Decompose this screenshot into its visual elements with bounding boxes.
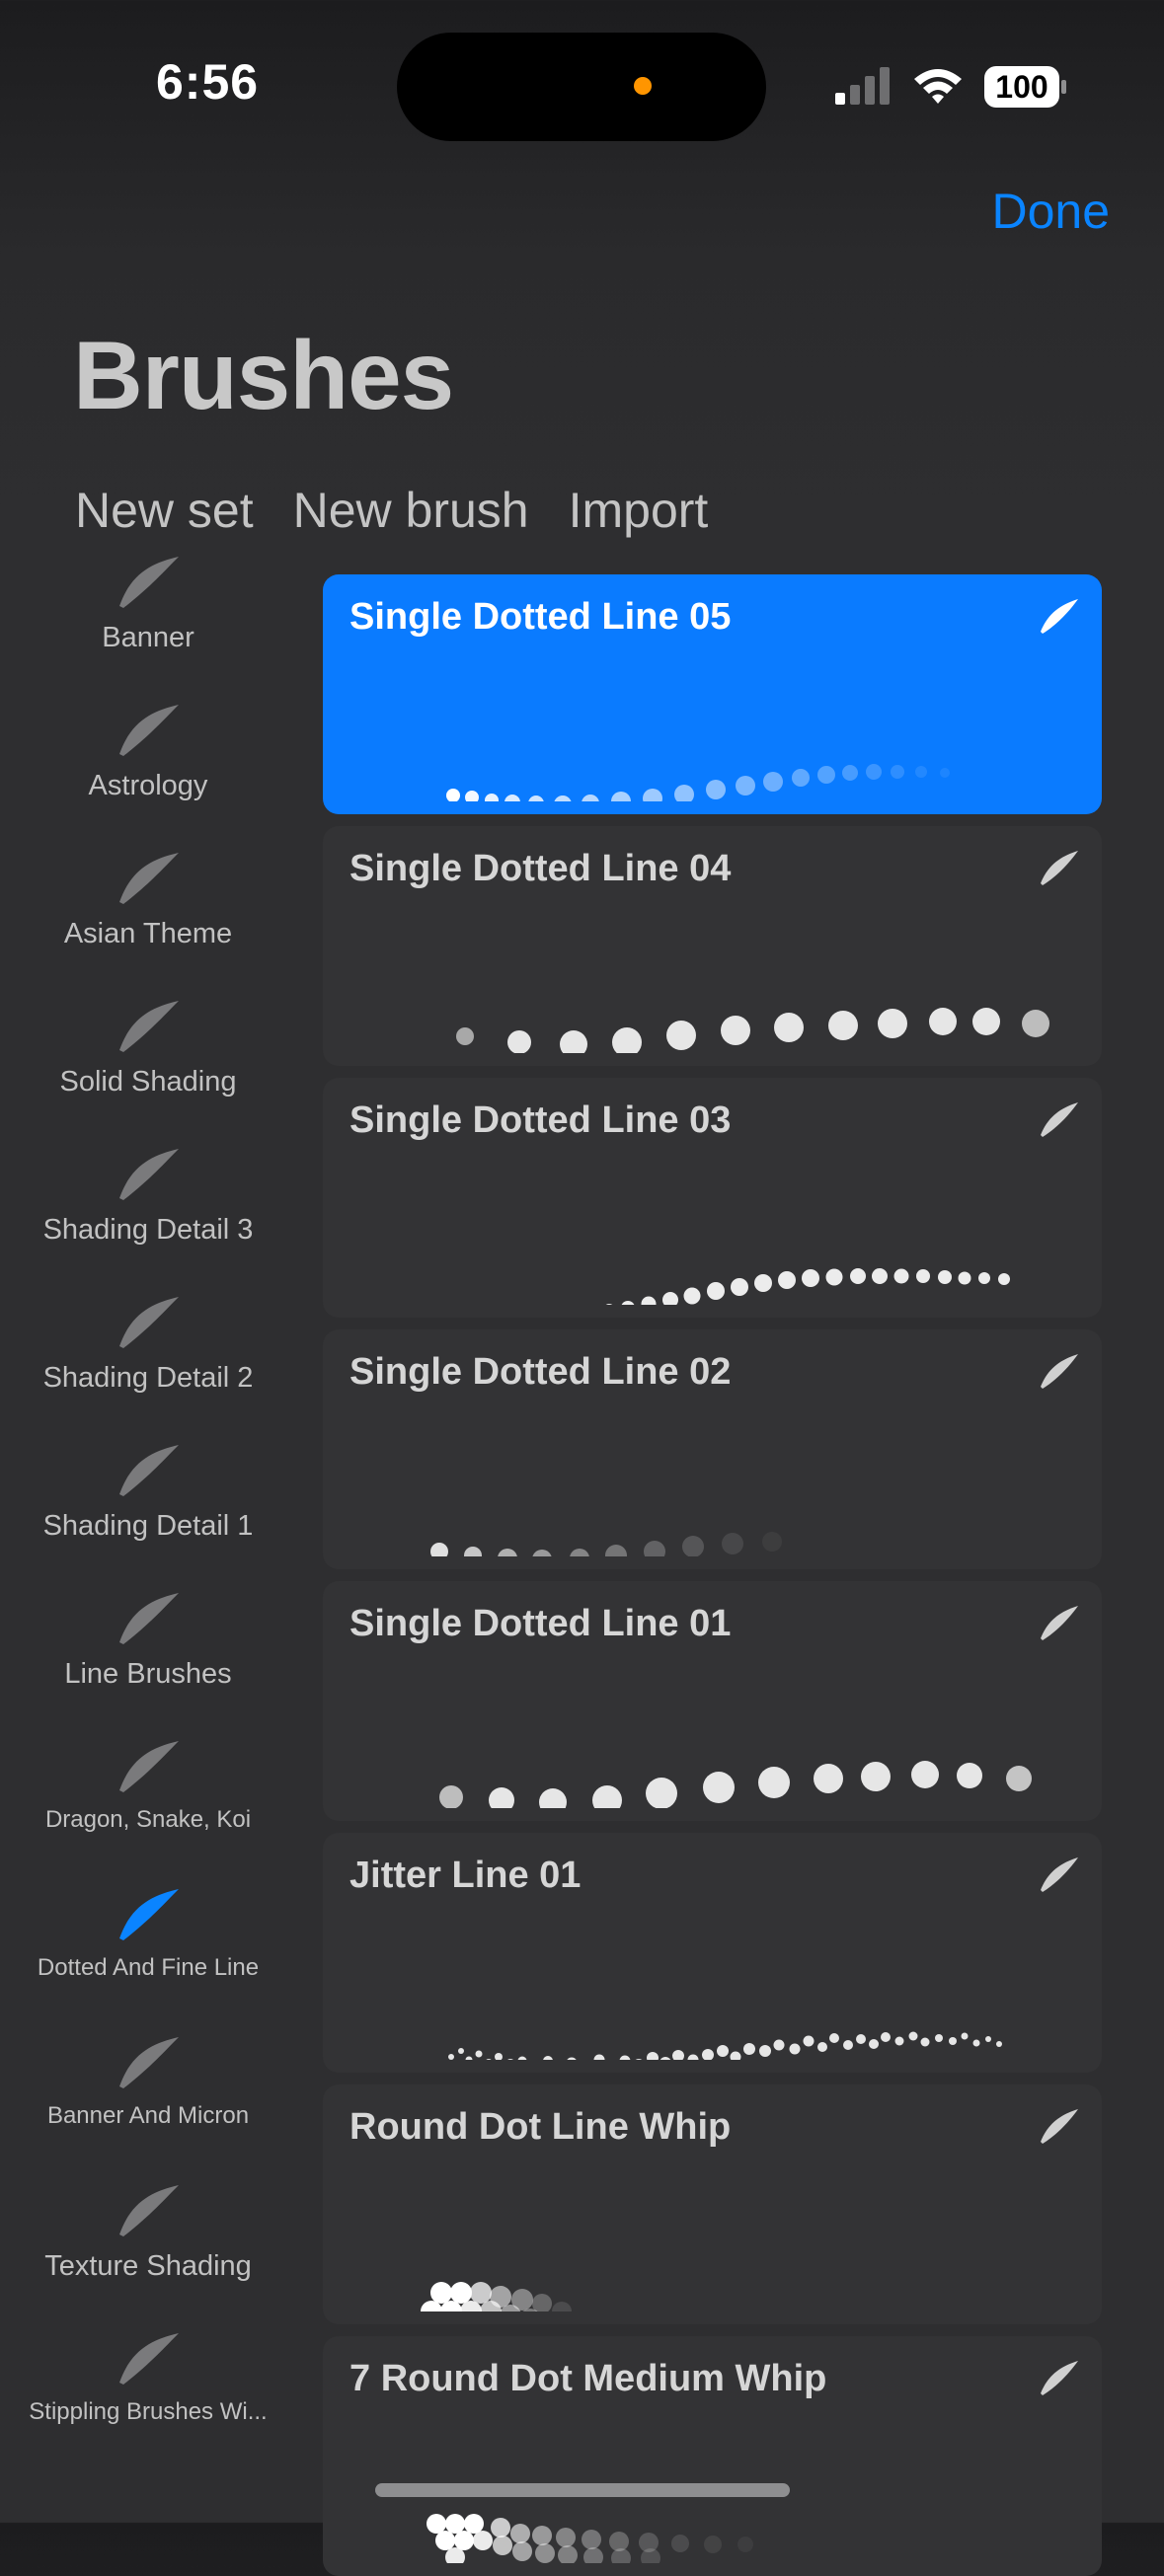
- brush-stroke-icon: [119, 1149, 179, 1200]
- brush-stroke-icon: [1041, 2361, 1078, 2395]
- brush-stroke-icon: [1041, 599, 1078, 634]
- brush-card-single-dotted-line-05[interactable]: Single Dotted Line 05: [323, 574, 1102, 814]
- battery-indicator: 100: [983, 65, 1068, 109]
- brush-name: Single Dotted Line 03: [349, 1099, 732, 1141]
- brush-stroke-icon: [119, 1445, 179, 1496]
- new-set-button[interactable]: New set: [75, 482, 254, 539]
- set-item-dragon-snake-koi[interactable]: Dragon, Snake, Koi: [0, 1737, 296, 1834]
- brush-stroke-icon: [119, 1593, 179, 1644]
- set-item-asian-theme[interactable]: Asian Theme: [0, 849, 296, 950]
- brush-card-single-dotted-line-01[interactable]: Single Dotted Line 01: [323, 1581, 1102, 1821]
- brush-card-round-dot-line-whip[interactable]: Round Dot Line Whip: [323, 2084, 1102, 2324]
- brush-stroke-icon: [1041, 1354, 1078, 1389]
- set-item-texture-shading[interactable]: Texture Shading: [0, 2181, 296, 2283]
- brush-stroke-preview: [430, 1532, 782, 1556]
- set-item-dotted-and-fine-line[interactable]: Dotted And Fine Line: [0, 1885, 296, 1982]
- status-time: 6:56: [156, 54, 260, 110]
- set-label: Solid Shading: [59, 1066, 237, 1098]
- set-label: Line Brushes: [64, 1658, 232, 1690]
- set-label: Dragon, Snake, Koi: [44, 1806, 252, 1833]
- brush-name: Jitter Line 01: [349, 1855, 582, 1896]
- brush-stroke-icon: [119, 1297, 179, 1348]
- brush-card-single-dotted-line-04[interactable]: Single Dotted Line 04: [323, 826, 1102, 1066]
- set-item-banner[interactable]: Banner: [0, 553, 296, 654]
- brush-card-single-dotted-line-02[interactable]: Single Dotted Line 02: [323, 1329, 1102, 1569]
- brush-card-single-dotted-line-03[interactable]: Single Dotted Line 03: [323, 1078, 1102, 1318]
- privacy-indicator-dot: [634, 77, 652, 95]
- set-label: Banner And Micron: [46, 2102, 250, 2129]
- set-label: Banner: [102, 622, 194, 653]
- brush-name: Single Dotted Line 01: [349, 1603, 732, 1644]
- brush-stroke-icon: [119, 2333, 179, 2385]
- brush-name: Round Dot Line Whip: [349, 2106, 732, 2148]
- page-title: Brushes: [73, 321, 454, 429]
- brush-stroke-icon-selected: [119, 1889, 179, 1940]
- brush-name: Single Dotted Line 04: [349, 848, 732, 889]
- brush-name: Single Dotted Line 02: [349, 1351, 732, 1393]
- wifi-icon: [914, 69, 962, 104]
- home-indicator[interactable]: [375, 2483, 790, 2497]
- set-label: Texture Shading: [44, 2250, 252, 2282]
- set-item-shading-detail-3[interactable]: Shading Detail 3: [0, 1145, 296, 1247]
- set-item-shading-detail-2[interactable]: Shading Detail 2: [0, 1293, 296, 1395]
- set-label: Astrology: [88, 770, 208, 801]
- brush-card-jitter-line-01[interactable]: Jitter Line 01: [323, 1833, 1102, 2073]
- brush-stroke-preview: [446, 764, 950, 801]
- brush-stroke-icon: [1041, 1606, 1078, 1640]
- done-button[interactable]: Done: [991, 183, 1110, 240]
- brush-stroke-icon: [119, 2185, 179, 2236]
- dynamic-island: [397, 33, 766, 141]
- set-label: Asian Theme: [63, 918, 233, 949]
- set-item-solid-shading[interactable]: Solid Shading: [0, 997, 296, 1099]
- brush-card-7-round-dot-medium-whip[interactable]: 7 Round Dot Medium Whip: [323, 2336, 1102, 2576]
- brush-stroke-icon: [1041, 1102, 1078, 1137]
- set-label: Shading Detail 1: [42, 1510, 254, 1542]
- new-brush-button[interactable]: New brush: [293, 482, 529, 539]
- set-label: Shading Detail 2: [42, 1362, 254, 1394]
- brush-name: 7 Round Dot Medium Whip: [349, 2358, 827, 2399]
- set-item-shading-detail-1[interactable]: Shading Detail 1: [0, 1441, 296, 1543]
- brush-stroke-icon: [119, 1001, 179, 1052]
- brush-stroke-icon: [1041, 1857, 1078, 1892]
- battery-level: 100: [995, 69, 1048, 105]
- set-label: Dotted And Fine Line: [37, 1954, 260, 1981]
- action-bar: New set New brush Import: [75, 482, 708, 539]
- set-item-astrology[interactable]: Astrology: [0, 701, 296, 802]
- brush-name: Single Dotted Line 05: [349, 596, 732, 638]
- set-label: Stippling Brushes Wi...: [29, 2398, 268, 2425]
- brush-stroke-preview: [421, 2282, 572, 2311]
- import-button[interactable]: Import: [569, 482, 709, 539]
- set-item-stippling-brushes[interactable]: Stippling Brushes Wi...: [0, 2329, 296, 2426]
- brush-stroke-preview: [456, 1008, 1049, 1053]
- brush-stroke-icon: [119, 1741, 179, 1792]
- brush-stroke-icon: [119, 557, 179, 608]
- set-item-line-brushes[interactable]: Line Brushes: [0, 1589, 296, 1691]
- brush-stroke-icon: [119, 705, 179, 756]
- brush-stroke-preview: [439, 1761, 1032, 1808]
- cellular-signal-icon: [835, 67, 890, 105]
- brush-stroke-icon: [1041, 2109, 1078, 2144]
- brush-stroke-icon: [119, 2037, 179, 2088]
- set-label: Shading Detail 3: [42, 1214, 254, 1246]
- brush-stroke-preview: [448, 2031, 1002, 2060]
- set-item-banner-and-micron[interactable]: Banner And Micron: [0, 2033, 296, 2130]
- brush-stroke-icon: [1041, 851, 1078, 885]
- brush-stroke-icon: [119, 853, 179, 904]
- brush-stroke-preview: [605, 1268, 1010, 1305]
